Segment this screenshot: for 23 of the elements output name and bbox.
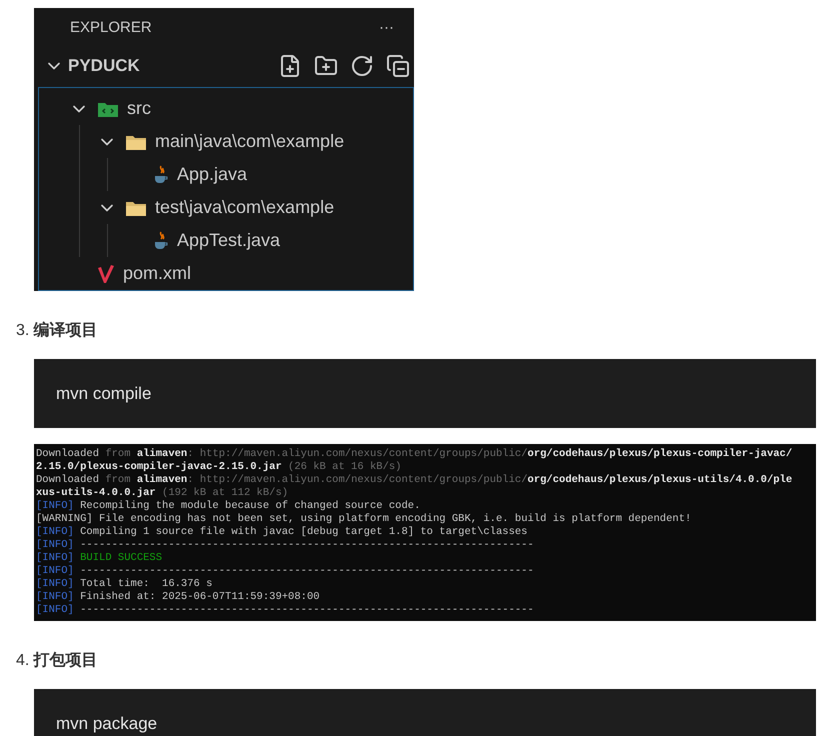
step-number: 3.	[16, 321, 30, 341]
step-title: 打包项目	[33, 650, 98, 671]
terminal-output: Downloaded from alimaven: http://maven.aliyun.com/nexus/content/groups/public/org/codehaus/plexus/plexus-compiler-javac/ 2.15.0/plexus-compiler-javac-2.15.0.jar (26 kB at 16 kB/s) Downloaded from alimaven: http://maven.aliyun.com/nexus/content/groups/public/org/codehaus/plexus/plexus-utils/4.0.0/ple xus-utils-4.0.0.jar (192 kB at 112 kB/s) [INFO] Recompiling the module because of changed source code. [WARNING] File encoding has not been set, using platform encoding GBK, i.e. build is platform dependent! [INFO] Compiling 1 source file with javac [debug target 1.8] to target\classes [INFO] ------------------------------------------------------------------------ [INFO] BUILD SUCCESS [INFO] ------------------------------------------------------------------------ [INFO] Total time: 16.376 s [INFO] Finished at: 2025-06-07T11:59:39+08:00 [INFO] ------------------------------------------------------------------------	[34, 444, 816, 621]
coffee-cup-icon	[153, 230, 169, 250]
more-actions[interactable]: ···	[379, 17, 394, 40]
tree-item[interactable]: src	[39, 92, 413, 125]
collapse-all-icon[interactable]	[386, 54, 410, 78]
panel-title: EXPLORER	[70, 18, 152, 38]
tree-item[interactable]: test\java\com\example	[39, 191, 413, 224]
project-name[interactable]: PYDUCK	[68, 53, 278, 79]
step-number: 4.	[16, 651, 30, 671]
tree-item[interactable]: main\java\com\example	[39, 125, 413, 158]
new-folder-icon[interactable]	[314, 54, 338, 78]
new-file-icon[interactable]	[278, 54, 302, 78]
tree-item[interactable]: AppTest.java	[39, 224, 413, 257]
tree-item[interactable]: App.java	[39, 158, 413, 191]
command-text: mvn compile	[56, 382, 152, 405]
tree-item[interactable]: pom.xml	[39, 257, 413, 290]
step-title: 编译项目	[33, 320, 98, 341]
command-text: mvn package	[56, 712, 158, 735]
coffee-cup-icon	[153, 164, 169, 184]
v-logo-icon	[97, 264, 115, 284]
refresh-icon[interactable]	[350, 54, 374, 78]
